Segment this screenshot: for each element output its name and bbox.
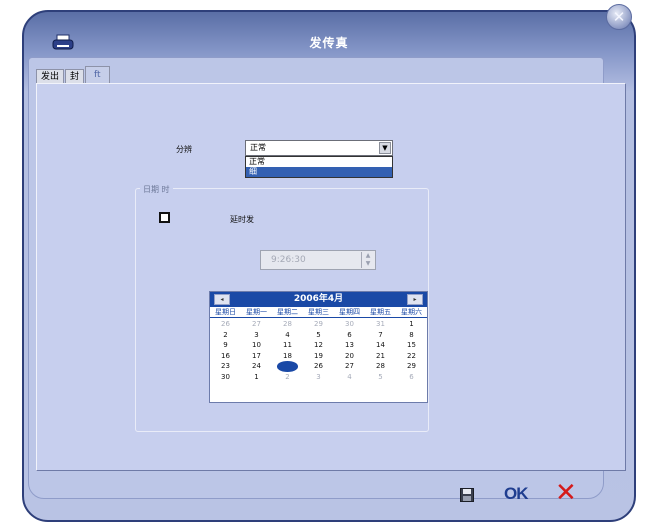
calendar-day[interactable]: 2 — [210, 330, 241, 341]
resolution-value: 正常 — [250, 143, 266, 152]
weekday-label: 星期一 — [246, 308, 267, 316]
calendar-day[interactable]: 3 — [241, 330, 272, 341]
weekday-label: 星期五 — [370, 308, 391, 316]
calendar-day[interactable]: 10 — [241, 340, 272, 351]
time-value: 9:26:30 — [271, 255, 306, 265]
calendar-grid: 26 27 28 29 30 31 1 2 3 4 5 6 7 8 9 10 11 12 13 14 15 16 17 18 1… — [210, 318, 427, 382]
weekday-label: 星期三 — [308, 308, 329, 316]
calendar-day[interactable]: 11 — [272, 340, 303, 351]
datetime-group-label: 日期 时 — [140, 184, 173, 195]
weekday-label: 星期六 — [401, 308, 422, 316]
calendar-day[interactable]: 9 — [210, 340, 241, 351]
calendar-day[interactable]: 13 — [334, 340, 365, 351]
calendar-day[interactable]: 3 — [303, 372, 334, 383]
calendar-day[interactable]: 12 — [303, 340, 334, 351]
chevron-down-icon[interactable]: ▼ — [362, 260, 374, 268]
weekday-label: 星期日 — [215, 308, 236, 316]
deferred-checkbox[interactable] — [159, 212, 170, 223]
chevron-up-icon[interactable]: ▲ — [362, 252, 374, 260]
deferred-label: 延时发 — [230, 215, 254, 224]
calendar-day[interactable]: 1 — [241, 372, 272, 383]
calendar-day[interactable]: 30 — [334, 319, 365, 330]
calendar-day[interactable]: 6 — [396, 372, 427, 383]
time-spinner[interactable]: ▲ ▼ — [361, 252, 374, 268]
calendar-day[interactable]: 19 — [303, 351, 334, 362]
calendar-day[interactable]: 7 — [365, 330, 396, 341]
close-button[interactable]: ✕ — [606, 4, 632, 30]
calendar-day[interactable]: 27 — [334, 361, 365, 372]
calendar-day[interactable]: 24 — [241, 361, 272, 372]
calendar-day[interactable]: 28 — [272, 319, 303, 330]
time-input[interactable]: 9:26:30 ▲ ▼ — [260, 250, 376, 270]
next-month-button[interactable]: ▸ — [407, 294, 423, 305]
calendar-day[interactable]: 1 — [396, 319, 427, 330]
weekday-label: 星期四 — [339, 308, 360, 316]
tab-options[interactable]: ft — [85, 66, 110, 83]
calendar-day[interactable]: 30 — [210, 372, 241, 383]
calendar-day[interactable]: 15 — [396, 340, 427, 351]
calendar-day[interactable]: 29 — [303, 319, 334, 330]
dropdown-option-fine[interactable]: 细 — [246, 167, 392, 177]
window-title: 发传真 — [309, 36, 349, 50]
tab-cover[interactable]: 封 — [65, 69, 85, 83]
calendar-day[interactable]: 5 — [303, 330, 334, 341]
calendar-day[interactable]: 8 — [396, 330, 427, 341]
calendar-day[interactable]: 23 — [210, 361, 241, 372]
calendar-day[interactable]: 22 — [396, 351, 427, 362]
calendar-day[interactable]: 25 — [277, 361, 298, 372]
chevron-down-icon[interactable]: ▼ — [379, 142, 391, 154]
calendar-day[interactable]: 2 — [272, 372, 303, 383]
resolution-dropdown: 正常 细 — [245, 156, 393, 178]
calendar-day[interactable]: 29 — [396, 361, 427, 372]
calendar-day[interactable]: 31 — [365, 319, 396, 330]
calendar-day[interactable]: 26 — [210, 319, 241, 330]
calendar-day[interactable]: 4 — [272, 330, 303, 341]
resolution-select[interactable]: 正常 ▼ — [245, 140, 393, 156]
calendar-weekdays: 星期日 星期一 星期二 星期三 星期四 星期五 星期六 — [210, 307, 427, 318]
calendar-day[interactable]: 18 — [272, 351, 303, 362]
save-icon[interactable] — [460, 488, 474, 502]
resolution-label: 分辨 — [176, 145, 192, 154]
calendar-day[interactable]: 27 — [241, 319, 272, 330]
ok-button[interactable]: OK — [504, 484, 528, 504]
calendar-day[interactable]: 4 — [334, 372, 365, 383]
calendar-day[interactable]: 6 — [334, 330, 365, 341]
calendar-day[interactable]: 20 — [334, 351, 365, 362]
calendar-day[interactable]: 26 — [303, 361, 334, 372]
tab-bar: 发出 封 ft — [36, 66, 111, 83]
calendar-header: ◂ 2006年4月 ▸ — [210, 292, 427, 307]
cancel-button[interactable]: ✕ — [555, 480, 577, 506]
calendar-month-title: 2006年4月 — [293, 294, 344, 304]
calendar-day[interactable]: 21 — [365, 351, 396, 362]
dropdown-option-normal[interactable]: 正常 — [246, 157, 392, 167]
tab-send[interactable]: 发出 — [36, 69, 65, 83]
calendar-day[interactable]: 14 — [365, 340, 396, 351]
calendar-day[interactable]: 5 — [365, 372, 396, 383]
calendar-day[interactable]: 17 — [241, 351, 272, 362]
weekday-label: 星期二 — [277, 308, 298, 316]
calendar-day[interactable]: 16 — [210, 351, 241, 362]
calendar-day[interactable]: 28 — [365, 361, 396, 372]
calendar: ◂ 2006年4月 ▸ 星期日 星期一 星期二 星期三 星期四 星期五 星期六 … — [209, 291, 428, 403]
